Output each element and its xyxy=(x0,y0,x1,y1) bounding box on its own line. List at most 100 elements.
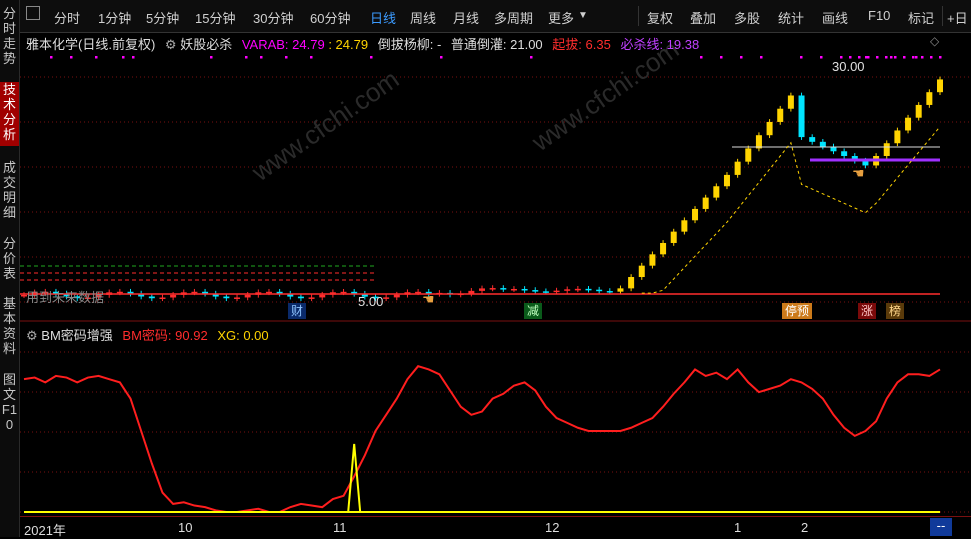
candle-body xyxy=(564,289,571,291)
tag-bang[interactable]: 榜 xyxy=(886,303,905,319)
sidebar-tab-fenshi[interactable]: 分时走势 xyxy=(0,6,19,66)
signal-dot xyxy=(122,56,125,59)
signal-dot xyxy=(894,56,897,59)
sub-indicator-name[interactable]: BM密码增强 xyxy=(41,328,113,343)
tag-cai[interactable]: 财 xyxy=(288,303,307,319)
candle-body xyxy=(819,141,826,147)
signal-dot xyxy=(915,56,918,59)
sidebar-tab-fenjia[interactable]: 分价表 xyxy=(0,236,19,284)
candle-body xyxy=(319,294,326,298)
candle-body xyxy=(926,92,933,105)
tool-fuquan[interactable]: 复权 xyxy=(647,8,673,27)
collapse-icon[interactable]: ◇ xyxy=(930,34,939,48)
signal-dot xyxy=(903,56,906,59)
period-monthly[interactable]: 月线 xyxy=(453,8,479,27)
signal-dot xyxy=(921,56,924,59)
candle-body xyxy=(798,95,805,138)
period-5min[interactable]: 5分钟 xyxy=(146,8,179,27)
candle-body xyxy=(745,148,752,162)
ma-line xyxy=(641,126,941,294)
axis-label-12: 12 xyxy=(545,520,560,535)
candle-body xyxy=(479,288,485,291)
sidebar-tab-chengjiao[interactable]: 成交明细 xyxy=(0,160,19,222)
period-fenshi[interactable]: 分时 xyxy=(54,8,80,27)
tag-jian[interactable]: 减 xyxy=(524,303,543,319)
candle-body xyxy=(766,121,773,136)
candle-body xyxy=(628,277,635,289)
period-15min[interactable]: 15分钟 xyxy=(195,8,235,27)
add-day-button[interactable]: +日 xyxy=(947,8,968,27)
indicator-name[interactable]: 妖股必杀 xyxy=(180,37,232,52)
period-more[interactable]: 更多 xyxy=(548,8,574,27)
tool-f10[interactable]: F10 xyxy=(868,8,890,23)
candle-body xyxy=(468,290,475,294)
sidebar-tab-f10[interactable]: 图文F10 xyxy=(0,372,19,434)
hand-pointer-icon: ☚ xyxy=(852,165,865,181)
period-30min[interactable]: 30分钟 xyxy=(253,8,293,27)
candle-body xyxy=(894,130,901,144)
sidebar-tab-jishu[interactable]: 技术分析 xyxy=(0,82,19,146)
top-toolbar: 分时 1分钟 5分钟 15分钟 30分钟 60分钟 日线 周线 月线 多周期 更… xyxy=(20,0,971,33)
tool-tongji[interactable]: 统计 xyxy=(778,8,804,27)
xg-label: XG: 0.00 xyxy=(217,328,269,343)
daoba-label: 倒拔杨柳: - xyxy=(377,37,442,52)
candle-body xyxy=(660,242,667,255)
signal-dot xyxy=(720,56,723,59)
candle-body xyxy=(393,294,400,298)
candle-body xyxy=(415,291,422,294)
candle-body xyxy=(234,297,241,299)
signal-dot xyxy=(760,56,763,59)
candle-body xyxy=(116,291,123,294)
candle-body xyxy=(383,297,390,299)
bm-series-line xyxy=(23,365,941,513)
candle-body xyxy=(159,297,166,300)
candle-body xyxy=(755,135,762,149)
checkbox-icon[interactable] xyxy=(26,6,40,20)
signal-dot xyxy=(939,56,942,59)
tool-biaoji[interactable]: 标记 xyxy=(908,8,934,27)
period-weekly[interactable]: 周线 xyxy=(410,8,436,27)
signal-dot xyxy=(912,56,915,59)
candle-body xyxy=(777,108,784,122)
candle-body xyxy=(638,265,645,278)
tag-zhang[interactable]: 涨 xyxy=(858,303,877,319)
signal-dot xyxy=(210,56,213,59)
candle-body xyxy=(915,104,922,118)
period-60min[interactable]: 60分钟 xyxy=(310,8,350,27)
period-daily[interactable]: 日线 xyxy=(370,8,396,27)
signal-dot xyxy=(876,56,879,59)
tag-tingyu[interactable]: 停预 xyxy=(782,303,813,319)
signal-dot xyxy=(800,56,803,59)
chevron-down-icon[interactable]: ▼ xyxy=(578,10,588,21)
candle-body xyxy=(809,137,816,142)
settings-icon[interactable]: ⚙ xyxy=(165,37,177,52)
period-1min[interactable]: 1分钟 xyxy=(98,8,131,27)
axis-label-2021: 2021年 xyxy=(24,523,66,538)
toolbar-divider xyxy=(942,6,943,26)
candle-body xyxy=(500,288,507,290)
signal-dot xyxy=(260,56,263,59)
main-price-chart[interactable]: www.cfchi.com www.cfchi.com☚☚ xyxy=(20,32,971,322)
candle-body xyxy=(244,294,251,298)
axis-end-marker[interactable]: -- xyxy=(930,518,952,536)
signal-dot xyxy=(530,56,533,59)
low-price-label: 5.00 xyxy=(358,294,384,309)
candle-body xyxy=(297,296,304,299)
signal-dot xyxy=(867,56,870,59)
candle-body xyxy=(596,289,603,292)
varab-value: : 24.79 xyxy=(328,37,369,52)
period-multi[interactable]: 多周期 xyxy=(494,8,533,27)
tool-duogu[interactable]: 多股 xyxy=(734,8,760,27)
candle-body xyxy=(713,186,720,198)
settings-icon[interactable]: ⚙ xyxy=(26,328,38,343)
bm-indicator-chart[interactable] xyxy=(20,322,971,516)
sidebar-tab-jiben[interactable]: 基本资料 xyxy=(0,296,19,358)
candle-body xyxy=(905,117,912,131)
tool-huaxian[interactable]: 画线 xyxy=(822,8,848,27)
hand-pointer-icon: ☚ xyxy=(422,291,435,307)
candle-body xyxy=(681,220,688,232)
axis-label-2: 2 xyxy=(801,520,809,535)
signal-dot xyxy=(820,56,823,59)
candle-body xyxy=(723,174,730,187)
tool-diejia[interactable]: 叠加 xyxy=(690,8,716,27)
